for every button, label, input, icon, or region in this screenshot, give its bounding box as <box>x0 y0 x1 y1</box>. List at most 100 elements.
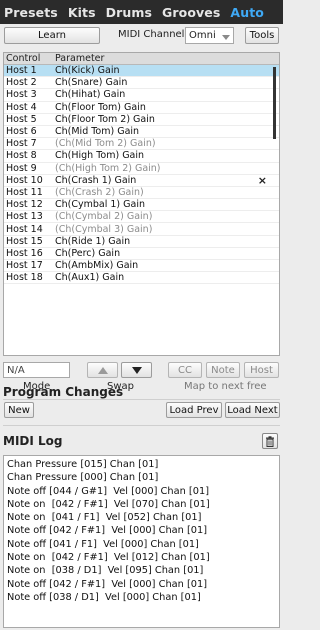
parameter-cell: Ch(High Tom) Gain <box>55 150 145 162</box>
column-header-parameter[interactable]: Parameter <box>53 53 279 64</box>
table-row[interactable]: Host 12 Ch(Cymbal 1) Gain <box>4 199 279 212</box>
mode-field-value: N/A <box>7 364 25 376</box>
table-row[interactable]: Host 7 (Ch(Mid Tom 2) Gain) <box>4 138 279 151</box>
parameter-cell: Ch(Floor Tom) Gain <box>55 101 146 113</box>
log-line: Note off [042 / F#1] Vel [000] Chan [01] <box>7 525 208 537</box>
load-prev-button[interactable]: Load Prev <box>166 402 222 418</box>
table-row[interactable]: Host 11 (Ch(Crash 2) Gain) <box>4 186 279 200</box>
control-table: Control Parameter Host 1 Ch(Kick) Gain Hos… <box>3 52 280 356</box>
table-row[interactable]: Host 15 Ch(Ride 1) Gain <box>4 236 279 248</box>
parameter-cell: Ch(Cymbal 1) Gain <box>55 199 145 211</box>
table-row[interactable]: Host 5 Ch(Floor Tom 2) Gain <box>4 114 279 126</box>
log-line: Note off [042 / F#1] Vel [000] Chan [01] <box>7 578 208 590</box>
swap-down-button[interactable] <box>121 362 152 378</box>
parameter-cell: Ch(Kick) Gain <box>55 65 120 77</box>
parameter-cell: (Ch(High Tom 2) Gain) <box>55 162 161 174</box>
program-changes-title: Program Changes <box>3 385 124 399</box>
table-row[interactable]: Host 6 Ch(Mid Tom) Gain <box>4 126 279 139</box>
new-program-button[interactable]: New <box>4 402 34 418</box>
control-cell: Host 5 <box>6 113 37 125</box>
parameter-cell: Ch(Crash 1) Gain <box>55 174 137 186</box>
parameter-cell: (Ch(Mid Tom 2) Gain) <box>55 138 156 150</box>
table-body: Host 1 Ch(Kick) Gain Host 2 Ch(Snare) Gain H… <box>4 65 279 285</box>
control-cell: Host 18 <box>6 272 43 284</box>
midi-channel-label: MIDI Channel <box>118 29 185 40</box>
midi-channel-value: Omni <box>189 30 216 41</box>
table-row[interactable]: Host 14 (Ch(Cymbal 3) Gain) <box>4 223 279 236</box>
log-line: Note on [042 / F#1] Vel [070] Chan [01] <box>7 498 210 510</box>
log-line: Note on [038 / D1] Vel [095] Chan [01] <box>7 565 204 577</box>
clear-log-button[interactable] <box>262 433 278 449</box>
table-row[interactable]: Host 9 (Ch(High Tom 2) Gain) <box>4 163 279 175</box>
map-to-next-free-label: Map to next free <box>184 381 267 392</box>
control-cell: Host 12 <box>6 199 43 211</box>
control-cell: Host 9 <box>6 162 37 174</box>
table-row[interactable]: Host 3 Ch(Hihat) Gain <box>4 89 279 102</box>
parameter-cell: Ch(Mid Tom) Gain <box>55 126 140 138</box>
table-row[interactable]: Host 17 Ch(AmbMix) Gain <box>4 260 279 273</box>
midi-log-title: MIDI Log <box>3 434 63 448</box>
log-line: Note on [041 / F1] Vel [052] Chan [01] <box>7 512 202 524</box>
mode-field[interactable]: N/A <box>3 362 70 378</box>
midi-log: Chan Pressure [015] Chan [01] Chan Pressu… <box>3 455 280 628</box>
tools-button[interactable]: Tools <box>245 27 279 44</box>
tab-kits[interactable]: Kits <box>68 5 96 20</box>
parameter-cell: (Ch(Crash 2) Gain) <box>55 186 144 198</box>
tab-auto[interactable]: Auto <box>230 5 264 20</box>
tab-drums[interactable]: Drums <box>106 5 152 20</box>
control-cell: Host 7 <box>6 138 37 150</box>
control-cell: Host 14 <box>6 223 43 235</box>
parameter-cell: Ch(Snare) Gain <box>55 77 128 89</box>
trash-icon <box>266 435 274 447</box>
control-cell: Host 8 <box>6 150 37 162</box>
host-button[interactable]: Host <box>244 362 279 378</box>
control-cell: Host 15 <box>6 235 43 247</box>
cc-button[interactable]: CC <box>168 362 202 378</box>
log-line: Note on [042 / F#1] Vel [012] Chan [01] <box>7 552 210 564</box>
log-line: Note off [038 / D1] Vel [000] Chan [01] <box>7 591 201 603</box>
triangle-down-icon <box>131 366 142 374</box>
parameter-cell: (Ch(Cymbal 2) Gain) <box>55 211 153 223</box>
table-row[interactable]: Host 10 Ch(Crash 1) Gain × <box>4 174 279 187</box>
column-header-control[interactable]: Control <box>4 53 53 64</box>
control-cell: Host 17 <box>6 260 43 272</box>
triangle-up-icon <box>97 366 108 374</box>
parameter-cell: (Ch(Cymbal 3) Gain) <box>55 223 153 235</box>
control-cell: Host 13 <box>6 211 43 223</box>
chevron-down-icon <box>222 35 230 40</box>
midi-log-lines: Chan Pressure [015] Chan [01] Chan Pressu… <box>7 458 276 604</box>
remove-mapping-icon[interactable]: × <box>258 174 267 187</box>
table-row[interactable]: Host 4 Ch(Floor Tom) Gain <box>4 102 279 114</box>
table-row[interactable]: Host 18 Ch(Aux1) Gain <box>4 272 279 285</box>
midi-channel-select[interactable]: Omni <box>185 27 234 44</box>
log-line: Note off [044 / G#1] Vel [000] Chan [01] <box>7 485 210 497</box>
control-cell: Host 6 <box>6 126 37 138</box>
control-cell: Host 10 <box>6 174 43 186</box>
table-row[interactable]: Host 2 Ch(Snare) Gain <box>4 77 279 90</box>
control-cell: Host 3 <box>6 89 37 101</box>
log-line: Chan Pressure [000] Chan [01] <box>7 472 159 484</box>
swap-up-button[interactable] <box>87 362 118 378</box>
log-line: Chan Pressure [015] Chan [01] <box>7 459 159 470</box>
parameter-cell: Ch(Aux1) Gain <box>55 272 125 284</box>
scrollbar-thumb[interactable] <box>273 67 276 139</box>
tab-bar: Presets Kits Drums Grooves Auto <box>0 0 283 24</box>
tab-presets[interactable]: Presets <box>4 5 58 20</box>
parameter-cell: Ch(AmbMix) Gain <box>55 260 139 272</box>
control-cell: Host 4 <box>6 101 37 113</box>
control-cell: Host 1 <box>6 65 37 77</box>
learn-button[interactable]: Learn <box>4 27 100 44</box>
load-next-button[interactable]: Load Next <box>225 402 280 418</box>
tab-grooves[interactable]: Grooves <box>162 5 220 20</box>
parameter-cell: Ch(Floor Tom 2) Gain <box>55 113 155 125</box>
table-row[interactable]: Host 13 (Ch(Cymbal 2) Gain) <box>4 211 279 224</box>
table-row[interactable]: Host 1 Ch(Kick) Gain <box>4 65 279 78</box>
parameter-cell: Ch(Ride 1) Gain <box>55 235 131 247</box>
control-cell: Host 16 <box>6 247 43 259</box>
parameter-cell: Ch(Hihat) Gain <box>55 89 126 101</box>
log-line: Note off [041 / F1] Vel [000] Chan [01] <box>7 538 199 550</box>
table-row[interactable]: Host 16 Ch(Perc) Gain <box>4 248 279 260</box>
control-cell: Host 2 <box>6 77 37 89</box>
note-button[interactable]: Note <box>206 362 240 378</box>
table-row[interactable]: Host 8 Ch(High Tom) Gain <box>4 150 279 163</box>
